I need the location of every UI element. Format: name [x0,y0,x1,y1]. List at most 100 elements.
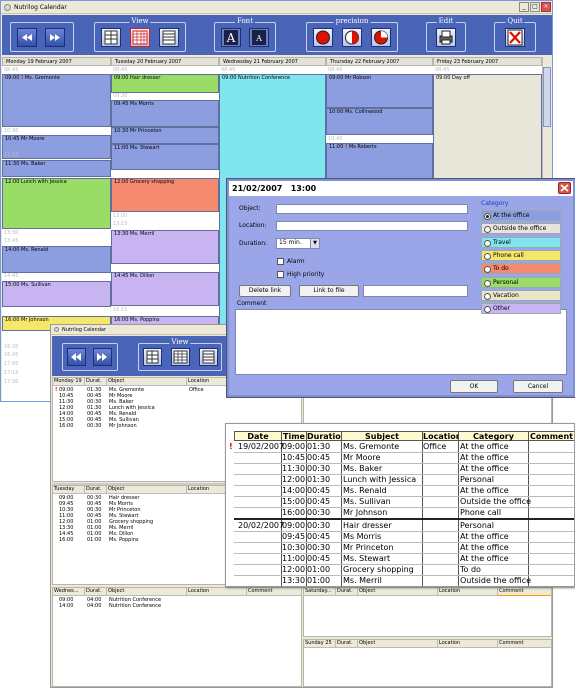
appointment[interactable]: 10:00 Ms. Collinwood [326,108,433,135]
category-option[interactable]: Vacation [481,289,561,301]
empty-slot[interactable]: 17:00 [2,361,18,368]
week-view-button[interactable] [171,348,190,366]
day-view-button[interactable] [143,348,162,366]
empty-slot[interactable]: 16:30 [2,344,18,351]
radio-button[interactable] [484,292,491,300]
delete-link-button[interactable]: Delete link [239,285,291,297]
close-button[interactable]: × [541,2,551,12]
appointment[interactable]: 11:00 Ms. Stewart [111,144,219,170]
radio-button[interactable] [484,213,491,220]
empty-slot[interactable]: 08:45 [219,67,235,74]
category-option[interactable]: To do [481,263,561,275]
location-field[interactable] [276,221,468,231]
appointment[interactable]: 09:00 Day off [433,74,542,184]
object-field[interactable] [276,204,468,214]
previous-week-button[interactable] [17,28,37,47]
empty-slot[interactable]: 16:45 [2,352,18,359]
appointment[interactable]: 09:45 Ms Morris [111,100,219,127]
appointment[interactable]: 14:45 Ms. Dillon [111,272,219,306]
category-option[interactable]: Outside the office [481,223,561,235]
radio-button[interactable] [484,239,491,247]
empty-slot[interactable]: 13:00 [111,213,127,220]
report-subject: Ms. Renald [343,486,387,495]
high-priority-checkbox[interactable] [277,271,284,278]
empty-slot[interactable]: 10:30 [2,128,18,135]
minimize-button[interactable]: _ [519,2,529,12]
category-option[interactable]: Phone call [481,249,561,261]
appointment[interactable]: 10:30 Mr Princeton [111,127,219,144]
cancel-button[interactable]: Cancel [513,380,563,393]
dialog-close-button[interactable] [558,182,571,194]
radio-button[interactable] [484,252,491,260]
empty-slot[interactable]: 17:30 [2,379,18,386]
empty-slot[interactable]: 09:30 [111,93,127,100]
maximize-button[interactable]: □ [530,2,540,12]
appointment[interactable]: 09:00! Ms. Gremonte [2,74,111,127]
duration-select[interactable]: 15 min. ▼ [276,238,320,249]
alarm-checkbox[interactable] [277,258,284,265]
empty-slot[interactable]: 08:45 [2,67,18,74]
category-option[interactable]: Personal [481,276,561,288]
font-smaller-button[interactable]: A [249,28,269,47]
chevron-down-icon[interactable]: ▼ [310,239,319,248]
report-subject: Hair dresser [343,521,392,530]
category-option[interactable]: Travel [481,236,561,248]
radio-button[interactable] [484,226,491,234]
report-subject: Ms. Gremonte [343,442,400,451]
list-view-button[interactable] [199,348,218,366]
precision-quarter-button[interactable] [371,28,391,47]
empty-slot[interactable]: 13:15 [111,221,127,228]
linked-file-field[interactable] [363,285,468,297]
appointment[interactable]: 11:30 Ms. Baker [2,160,111,177]
report-duration: 00:45 [307,453,331,462]
previous-week-button[interactable] [67,348,86,366]
empty-slot[interactable]: 10:45 [326,136,342,143]
appointment[interactable]: 09:00 Hair dresser [111,74,219,93]
radio-button[interactable] [484,279,491,287]
report-column-header: Comment [528,431,574,441]
empty-slot[interactable]: 11:15 [2,152,18,159]
print-button[interactable] [436,28,456,47]
next-week-button[interactable] [93,348,112,366]
dialog-title-bar[interactable]: 21/02/2007 13:00 [229,181,573,196]
appointment-subject: Mr Moore [21,136,45,142]
next-week-button[interactable] [45,28,65,47]
appointment[interactable]: 15:00 Ms. Sullivan [2,281,111,307]
category-option[interactable]: At the office [481,210,561,221]
empty-slot[interactable]: 08:45 [433,67,449,74]
empty-slot[interactable]: 16:15 [111,307,127,314]
table-row[interactable]: 14:00 04:00 Nutrition Conference [53,603,301,609]
font-larger-button[interactable]: A [221,28,241,47]
precision-half-button[interactable] [342,28,362,47]
quit-button[interactable] [505,28,525,47]
week-view-button[interactable] [130,28,150,47]
appointment[interactable]: 12:00 Grocery shopping [111,178,219,212]
appointment[interactable]: 09:00 Mr Robson [326,74,433,108]
link-to-file-button[interactable]: Link to file [299,285,359,297]
report-duration: 00:30 [307,543,331,552]
category-option[interactable]: Other [481,303,561,315]
radio-button[interactable] [484,306,491,314]
day-view-button[interactable] [101,28,121,47]
scroll-thumb[interactable] [543,67,551,127]
empty-slot[interactable]: 13:30 [2,230,18,237]
radio-button[interactable] [484,266,491,274]
list-view-button[interactable] [159,28,179,47]
comment-textarea[interactable] [235,309,567,375]
rewind-icon [22,34,32,41]
empty-slot[interactable]: 14:45 [2,273,18,280]
empty-slot[interactable]: 08:45 [326,67,342,74]
object-label: Object: [239,205,261,212]
precision-hour-button[interactable] [313,28,333,47]
empty-slot[interactable]: 08:45 [111,67,127,74]
appointment[interactable]: 14:00 Ms. Renald [2,246,111,273]
empty-slot[interactable]: 17:15 [2,370,18,377]
report-category: At the office [460,532,509,541]
main-title-bar[interactable]: Nutrilog Calendar _ □ × [1,1,552,14]
appointment-time: 10:45 [5,136,20,142]
appointment[interactable]: 13:30 Ms. Merril [111,230,219,264]
empty-slot[interactable]: 13:45 [2,238,18,245]
ok-button[interactable]: OK [450,380,498,393]
appointment[interactable]: 12:00 Lunch with Jessica [2,178,111,229]
appointment[interactable]: 11:00! Ms Roberts [326,143,433,180]
